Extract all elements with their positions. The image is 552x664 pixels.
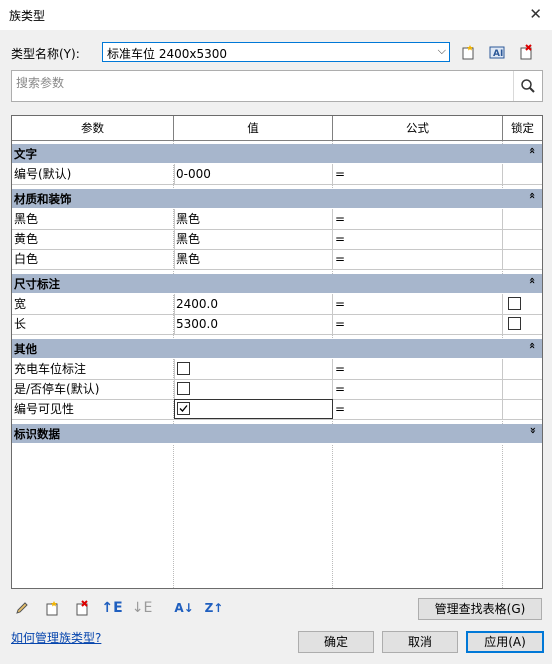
- param-value[interactable]: 黑色: [174, 209, 333, 229]
- param-lock: [503, 359, 542, 379]
- value-checkbox[interactable]: [177, 362, 190, 375]
- param-lock: [503, 209, 542, 229]
- parameter-table: 参数 值 公式 锁定 文字 « 编号(默认) 0-000 = 材质和装饰 « 黑…: [11, 115, 543, 589]
- ok-button[interactable]: 确定: [298, 631, 374, 653]
- delete-type-icon[interactable]: [516, 42, 536, 62]
- table-row[interactable]: 长 5300.0 =: [12, 314, 542, 335]
- group-label: 标识数据: [14, 427, 60, 441]
- param-formula[interactable]: =: [333, 379, 503, 399]
- param-formula[interactable]: =: [333, 294, 503, 314]
- param-name: 编号可见性: [12, 399, 175, 419]
- param-value[interactable]: 5300.0: [174, 314, 333, 334]
- table-row[interactable]: 黑色 黑色 =: [12, 209, 542, 230]
- group-header[interactable]: 文字 «: [12, 144, 542, 164]
- param-value[interactable]: 0-000: [174, 164, 333, 184]
- help-link[interactable]: 如何管理族类型?: [11, 629, 101, 646]
- header-lock[interactable]: 锁定: [503, 116, 542, 140]
- param-lock: [503, 229, 542, 249]
- sort-descending-icon[interactable]: Z↑: [204, 598, 224, 618]
- group-header[interactable]: 标识数据 «: [12, 424, 542, 444]
- param-value: [174, 399, 333, 419]
- new-parameter-icon[interactable]: [42, 598, 62, 618]
- table-row[interactable]: 充电车位标注 =: [12, 359, 542, 380]
- param-formula[interactable]: =: [333, 209, 503, 229]
- group-header[interactable]: 其他 «: [12, 339, 542, 359]
- param-value[interactable]: 黑色: [174, 249, 333, 269]
- table-row[interactable]: 是/否停车(默认) =: [12, 379, 542, 400]
- type-name-row: 类型名称(Y): 标准车位 2400x5300 ⌵ AI: [11, 42, 541, 64]
- table-row[interactable]: 编号(默认) 0-000 =: [12, 164, 542, 185]
- delete-parameter-icon[interactable]: [72, 598, 92, 618]
- rename-type-icon[interactable]: AI: [487, 42, 507, 62]
- header-formula[interactable]: 公式: [333, 116, 503, 140]
- param-formula[interactable]: =: [333, 249, 503, 269]
- parameter-toolbar: ↑E ↓E A↓ Z↑: [12, 598, 252, 618]
- table-row[interactable]: 宽 2400.0 =: [12, 294, 542, 315]
- table-row[interactable]: 黄色 黑色 =: [12, 229, 542, 250]
- group-label: 文字: [14, 147, 37, 161]
- search-input[interactable]: 搜索参数: [16, 74, 64, 91]
- param-formula[interactable]: =: [333, 399, 503, 419]
- group-header[interactable]: 尺寸标注 «: [12, 274, 542, 294]
- param-formula[interactable]: =: [333, 359, 503, 379]
- group-header[interactable]: 材质和装饰 «: [12, 189, 542, 209]
- collapse-icon[interactable]: «: [526, 147, 539, 154]
- table-row[interactable]: 白色 黑色 =: [12, 249, 542, 270]
- svg-text:AI: AI: [493, 49, 503, 59]
- type-name-value: 标准车位 2400x5300: [107, 47, 227, 61]
- header-value[interactable]: 值: [174, 116, 333, 140]
- param-value: [174, 379, 333, 399]
- move-down-icon: ↓E: [131, 600, 153, 616]
- param-lock: [503, 249, 542, 269]
- param-formula[interactable]: =: [333, 314, 503, 334]
- manage-lookup-tables-button[interactable]: 管理查找表格(G): [418, 598, 542, 620]
- pencil-icon[interactable]: [12, 598, 32, 618]
- cancel-button[interactable]: 取消: [382, 631, 458, 653]
- param-lock: [503, 164, 542, 184]
- group-label: 尺寸标注: [14, 277, 60, 291]
- param-lock: [503, 294, 542, 314]
- expand-icon[interactable]: «: [526, 427, 539, 434]
- group-label: 其他: [14, 342, 37, 356]
- param-formula[interactable]: =: [333, 164, 503, 184]
- table-row[interactable]: 编号可见性 =: [12, 399, 542, 420]
- collapse-icon[interactable]: «: [526, 342, 539, 349]
- param-formula[interactable]: =: [333, 229, 503, 249]
- param-lock: [503, 379, 542, 399]
- move-up-icon[interactable]: ↑E: [101, 598, 122, 618]
- collapse-icon[interactable]: «: [526, 192, 539, 199]
- lock-checkbox[interactable]: [508, 317, 521, 330]
- chevron-down-icon: ⌵: [437, 44, 446, 57]
- param-name: 黑色: [12, 209, 175, 229]
- param-lock: [503, 314, 542, 334]
- param-value[interactable]: 2400.0: [174, 294, 333, 314]
- param-name: 充电车位标注: [12, 359, 175, 379]
- value-checkbox[interactable]: [177, 382, 190, 395]
- param-value[interactable]: 黑色: [174, 229, 333, 249]
- param-name: 黄色: [12, 229, 175, 249]
- table-header: 参数 值 公式 锁定: [12, 116, 542, 141]
- new-type-icon[interactable]: [458, 42, 478, 62]
- search-icon[interactable]: [513, 71, 542, 101]
- param-name: 长: [12, 314, 175, 334]
- param-name: 白色: [12, 249, 175, 269]
- title-bar: 族类型 ✕: [0, 0, 552, 30]
- param-name: 编号(默认): [12, 164, 175, 184]
- search-box[interactable]: 搜索参数: [11, 70, 543, 102]
- lock-checkbox[interactable]: [508, 297, 521, 310]
- window-title: 族类型: [9, 9, 46, 23]
- param-name: 是/否停车(默认): [12, 379, 175, 399]
- header-param[interactable]: 参数: [12, 116, 174, 140]
- collapse-icon[interactable]: «: [526, 277, 539, 284]
- group-label: 材质和装饰: [14, 192, 72, 206]
- apply-button[interactable]: 应用(A): [466, 631, 544, 653]
- value-checkbox-checked[interactable]: [177, 402, 190, 415]
- sort-ascending-icon[interactable]: A↓: [174, 598, 194, 618]
- close-icon[interactable]: ✕: [529, 5, 542, 23]
- param-name: 宽: [12, 294, 175, 314]
- param-lock: [503, 399, 542, 419]
- type-name-dropdown[interactable]: 标准车位 2400x5300 ⌵: [102, 42, 450, 62]
- type-name-label: 类型名称(Y):: [11, 47, 80, 61]
- param-value: [174, 359, 333, 379]
